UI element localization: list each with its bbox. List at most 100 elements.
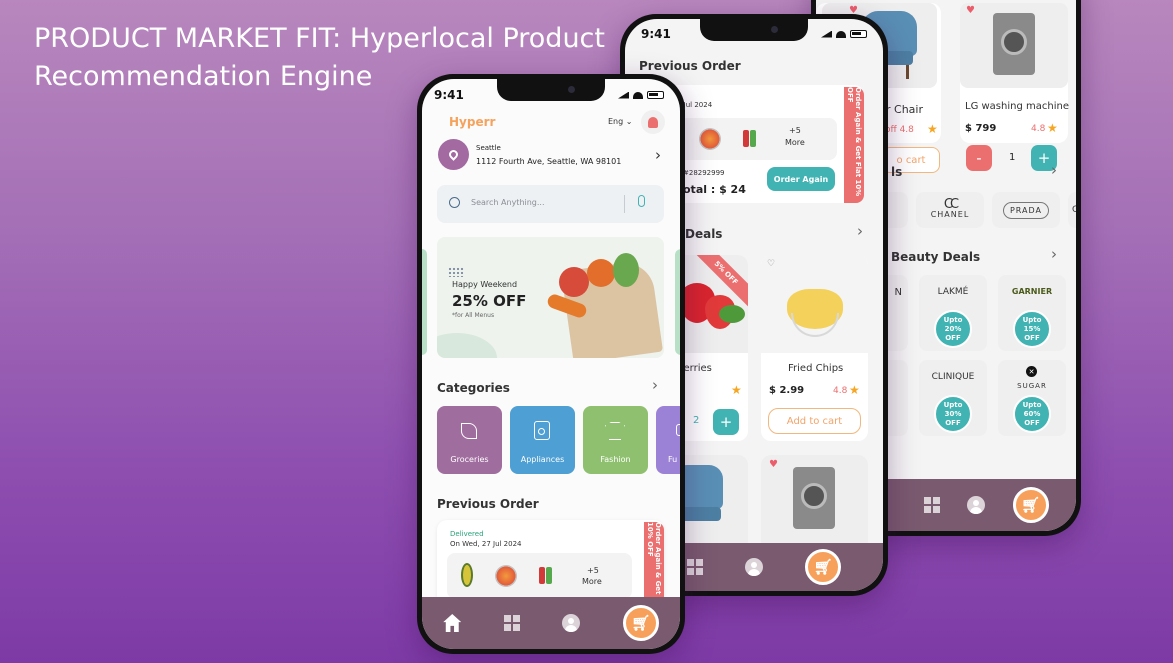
juice-bottle-icon [750, 130, 756, 147]
promo-banner-next[interactable] [675, 249, 680, 355]
salad-icon [699, 128, 721, 150]
category-label: Groceries [450, 455, 489, 464]
cart-icon: 🛒︎ [1020, 496, 1041, 514]
category-groceries[interactable]: Groceries [437, 406, 502, 474]
brands-section-title: ls [891, 165, 903, 179]
heart-icon[interactable]: ♥ [769, 459, 778, 470]
order-items: +5 More [447, 553, 632, 599]
beauty-section-title: Beauty Deals [891, 250, 981, 264]
avocado-icon [461, 563, 473, 587]
grid-icon[interactable] [687, 559, 703, 575]
cart-button[interactable]: 🛒︎ [1012, 487, 1049, 523]
language-label: Eng [608, 117, 624, 126]
chevron-right-icon[interactable]: › [652, 376, 658, 394]
category-appliances[interactable]: Appliances [510, 406, 575, 474]
order-items: +5 More [679, 118, 837, 160]
location-button[interactable] [438, 139, 469, 170]
washer-image [793, 467, 835, 529]
heart-icon[interactable]: ♥ [966, 5, 975, 16]
phone-front: 9:41 Hyperr Eng ⌄ Seattle 1112 Fourth Av… [417, 74, 685, 654]
phone-front-screen: 9:41 Hyperr Eng ⌄ Seattle 1112 Fourth Av… [422, 79, 680, 649]
juice-bottle-icon [539, 567, 545, 584]
chevron-right-icon[interactable]: › [857, 222, 863, 240]
category-fashion[interactable]: Fashion [583, 406, 648, 474]
beauty-offer-badge: Upto 20% OFF [934, 310, 972, 348]
grid-icon[interactable] [503, 615, 520, 631]
heart-outline-icon[interactable]: ♡ [767, 259, 775, 269]
quantity-minus-button[interactable]: - [966, 145, 992, 171]
profile-icon[interactable] [745, 558, 763, 576]
location-address: 1112 Fourth Ave, Seattle, WA 98101 [476, 157, 622, 166]
notification-button[interactable] [641, 110, 665, 134]
star-icon: ★ [1047, 121, 1058, 135]
product-rating: off 4.8 [885, 125, 914, 135]
product-card-washer[interactable]: ♥ LG washing machine $ 799 4.8 ★ - 1 + [960, 3, 1069, 171]
brand-logo-chanel[interactable]: CC CHANEL [916, 192, 984, 228]
order-more-label: More [785, 138, 805, 147]
location-city: Seattle [476, 144, 501, 152]
add-to-cart-button[interactable]: Add to cart [768, 408, 861, 434]
banner-kicker: Happy Weekend [452, 280, 518, 289]
previous-order-title: Previous Order [639, 59, 741, 73]
beauty-offer-badge: Upto 30% OFF [934, 395, 972, 433]
brand-logo-gi[interactable]: GI [1068, 192, 1076, 228]
chevron-right-icon[interactable]: › [1051, 161, 1057, 179]
beauty-offer-badge: Upto 60% OFF [1013, 395, 1051, 433]
chevron-right-icon[interactable]: › [655, 146, 661, 164]
brand-label: GI [1072, 205, 1076, 215]
star-icon: ★ [849, 383, 860, 397]
quantity-plus-button[interactable]: + [713, 409, 739, 435]
home-icon[interactable] [443, 614, 462, 632]
category-label: Fu [668, 455, 678, 464]
language-selector[interactable]: Eng ⌄ [608, 117, 632, 126]
brand-label: CHANEL [930, 210, 970, 219]
order-again-button[interactable]: Order Again [767, 167, 835, 191]
profile-icon[interactable] [967, 496, 985, 514]
status-time: 9:41 [641, 27, 671, 41]
status-icons [821, 30, 867, 38]
phone-notch [497, 79, 605, 101]
quantity-value: 1 [1009, 152, 1016, 163]
order-more-count: +5 [789, 126, 801, 135]
search-input[interactable]: Search Anything... [471, 198, 545, 207]
order-again-stamp[interactable]: Order Again & Get Flat 10% OFF [844, 87, 864, 203]
status-icons [618, 91, 664, 99]
cart-icon: 🛒︎ [631, 614, 651, 632]
discount-badge: 5% OFF [712, 259, 740, 287]
microphone-icon[interactable] [638, 195, 645, 207]
star-icon: ★ [731, 383, 742, 397]
previous-order-title: Previous Order [437, 497, 539, 511]
search-icon [449, 197, 460, 208]
beauty-brand: N [894, 287, 902, 298]
search-bar[interactable]: Search Anything... [437, 185, 664, 223]
juice-bottle-icon [743, 130, 749, 147]
product-name: r Chair [886, 103, 923, 116]
category-furniture[interactable]: Fu [656, 406, 680, 474]
star-icon: ★ [927, 122, 938, 136]
headline-line-1: PRODUCT MARKET FIT: Hyperlocal Product [34, 23, 605, 54]
leaf-icon [461, 423, 477, 439]
shirt-icon [605, 422, 625, 440]
chevron-right-icon[interactable]: › [1051, 245, 1057, 263]
categories-title: Categories [437, 381, 510, 395]
profile-icon[interactable] [562, 614, 581, 632]
deals-section-title: Deals [685, 227, 723, 241]
product-card-washer[interactable]: ♥ [761, 455, 868, 555]
order-status: Delivered [450, 530, 484, 538]
order-date: On Wed, 27 Jul 2024 [450, 540, 522, 548]
grid-icon[interactable] [923, 497, 940, 513]
brand-label: PRADA [1002, 201, 1050, 219]
promo-banner[interactable]: Happy Weekend 25% OFF *for All Menus [437, 237, 664, 358]
cart-button[interactable]: 🛒︎ [805, 549, 841, 585]
beauty-brand: LAKMÉ [937, 287, 969, 297]
promo-banner-prev[interactable] [422, 249, 427, 355]
washer-icon [534, 421, 550, 440]
product-name: Fried Chips [788, 363, 844, 374]
quantity-value: 2 [693, 415, 700, 426]
product-card-fried-chips[interactable]: ♡ Fried Chips $ 2.99 4.8 ★ Add to cart [761, 255, 868, 441]
bell-icon [648, 116, 658, 128]
cart-button[interactable]: 🛒︎ [622, 605, 659, 641]
brand-logo-prada[interactable]: PRADA [992, 192, 1060, 228]
category-label: Appliances [520, 455, 565, 464]
order-total: otal : $ 24 [683, 183, 746, 196]
